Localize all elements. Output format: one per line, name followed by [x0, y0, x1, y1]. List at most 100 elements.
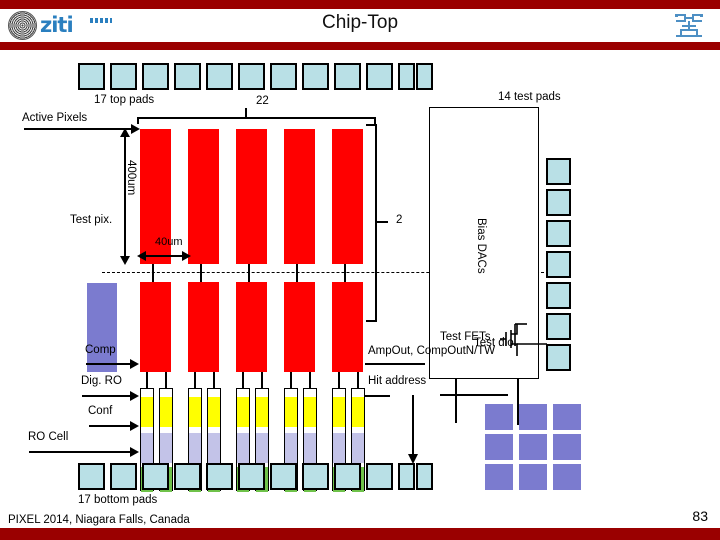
row-count-bracket-top [366, 124, 376, 126]
bottom-pad[interactable] [238, 463, 265, 490]
test-diode[interactable] [485, 434, 513, 460]
ro-feed-line [165, 372, 167, 388]
array-bracket-top-right-leg [374, 117, 376, 124]
top-pad[interactable] [416, 63, 433, 90]
top-pad[interactable] [142, 63, 169, 90]
ro-cell-comp-segment [285, 397, 297, 427]
dig-ro-label: Dig. RO [81, 375, 122, 387]
top-pad[interactable] [110, 63, 137, 90]
bottom-pad[interactable] [206, 463, 233, 490]
column-count-label: 22 [256, 95, 269, 107]
array-bracket-top [137, 117, 375, 119]
test-pad[interactable] [546, 220, 571, 247]
top-pad[interactable] [238, 63, 265, 90]
bottom-pad[interactable] [270, 463, 297, 490]
pixel-column-connector [200, 264, 202, 282]
test-pad[interactable] [546, 251, 571, 278]
test-pixel-block[interactable] [87, 283, 117, 372]
ro-cell-digro-segment [189, 433, 201, 463]
top-pad[interactable] [206, 63, 233, 90]
test-diode[interactable] [519, 404, 547, 430]
footer-bar [0, 530, 720, 540]
pixel-column-lower[interactable] [236, 282, 267, 372]
bottom-pad[interactable] [366, 463, 393, 490]
bottom-pad[interactable] [416, 463, 433, 490]
chip-top-diagram: 17 top pads 14 test pads 22 Active Pixel… [0, 50, 720, 506]
ro-cell-digro-segment [304, 433, 316, 463]
bottom-pad[interactable] [174, 463, 201, 490]
ro-cell-comp-segment [160, 397, 172, 427]
width-dim-arrow-left [137, 251, 146, 261]
height-dimension-line [124, 129, 126, 263]
height-dim-arrow-top [120, 128, 130, 137]
ro-cell-comp-segment [256, 397, 268, 427]
test-pad[interactable] [546, 189, 571, 216]
top-pad[interactable] [398, 63, 415, 90]
bottom-pads-label: 17 bottom pads [78, 494, 158, 506]
top-pad[interactable] [302, 63, 329, 90]
test-fet-connector-left [455, 379, 457, 423]
pixel-column-lower[interactable] [332, 282, 363, 372]
bottom-pad[interactable] [398, 463, 415, 490]
top-pad[interactable] [270, 63, 297, 90]
top-pad[interactable] [78, 63, 105, 90]
test-pad[interactable] [546, 282, 571, 309]
ro-cell-digro-segment [208, 433, 220, 463]
pixel-column-lower[interactable] [140, 282, 171, 372]
ro-cell-digro-segment [237, 433, 249, 463]
bottom-pad[interactable] [78, 463, 105, 490]
ro-feed-line [146, 372, 148, 388]
test-diode[interactable] [485, 404, 513, 430]
hit-address-leader-right [440, 394, 508, 396]
ro-cell-comp-segment [304, 397, 316, 427]
test-pix-label: Test pix. [70, 214, 113, 226]
row-count-bracket [375, 124, 377, 322]
ro-cell-comp-segment [237, 397, 249, 427]
row-count-label: 2 [396, 214, 403, 226]
test-pad[interactable] [546, 158, 571, 185]
width-dim-arrow-right [182, 251, 191, 261]
pixel-column-upper[interactable] [284, 129, 315, 264]
pixel-column-lower[interactable] [284, 282, 315, 372]
pixel-column-connector [344, 264, 346, 282]
test-diode[interactable] [519, 434, 547, 460]
test-pads-label: 14 test pads [498, 91, 561, 103]
conf-arrowhead [130, 421, 139, 431]
footer-conference: PIXEL 2014, Niagara Falls, Canada [8, 514, 190, 526]
comp-leader [86, 363, 135, 365]
test-dio-label: Test dio. [474, 337, 517, 349]
ro-feed-line [242, 372, 244, 388]
dig-ro-leader [82, 395, 135, 397]
top-pad[interactable] [334, 63, 361, 90]
row-count-tick [376, 221, 388, 223]
top-pad[interactable] [366, 63, 393, 90]
test-diode[interactable] [485, 464, 513, 490]
top-pad[interactable] [174, 63, 201, 90]
dig-ro-arrowhead [130, 391, 139, 401]
ro-cell-digro-segment [352, 433, 364, 463]
bottom-pad[interactable] [142, 463, 169, 490]
pixel-height-label: 400um [125, 160, 137, 196]
test-diode[interactable] [553, 404, 581, 430]
bottom-pad[interactable] [110, 463, 137, 490]
ro-feed-line [194, 372, 196, 388]
ro-cell-digro-segment [141, 433, 153, 463]
ro-cell-digro-segment [160, 433, 172, 463]
test-diode[interactable] [519, 464, 547, 490]
test-diode[interactable] [553, 434, 581, 460]
pixel-column-upper[interactable] [188, 129, 219, 264]
test-diode[interactable] [553, 464, 581, 490]
hit-address-label: Hit address [368, 375, 427, 387]
height-dim-arrow-bottom [120, 256, 130, 265]
pixel-column-lower[interactable] [188, 282, 219, 372]
ro-cell-comp-segment [141, 397, 153, 427]
comp-label: Comp [85, 344, 116, 356]
bottom-pad[interactable] [334, 463, 361, 490]
pixel-column-upper[interactable] [236, 129, 267, 264]
ro-feed-line [357, 372, 359, 388]
ro-cell-digro-segment [256, 433, 268, 463]
pixel-column-upper[interactable] [332, 129, 363, 264]
bottom-pad[interactable] [302, 463, 329, 490]
ro-cell-comp-segment [189, 397, 201, 427]
ro-feed-line [261, 372, 263, 388]
